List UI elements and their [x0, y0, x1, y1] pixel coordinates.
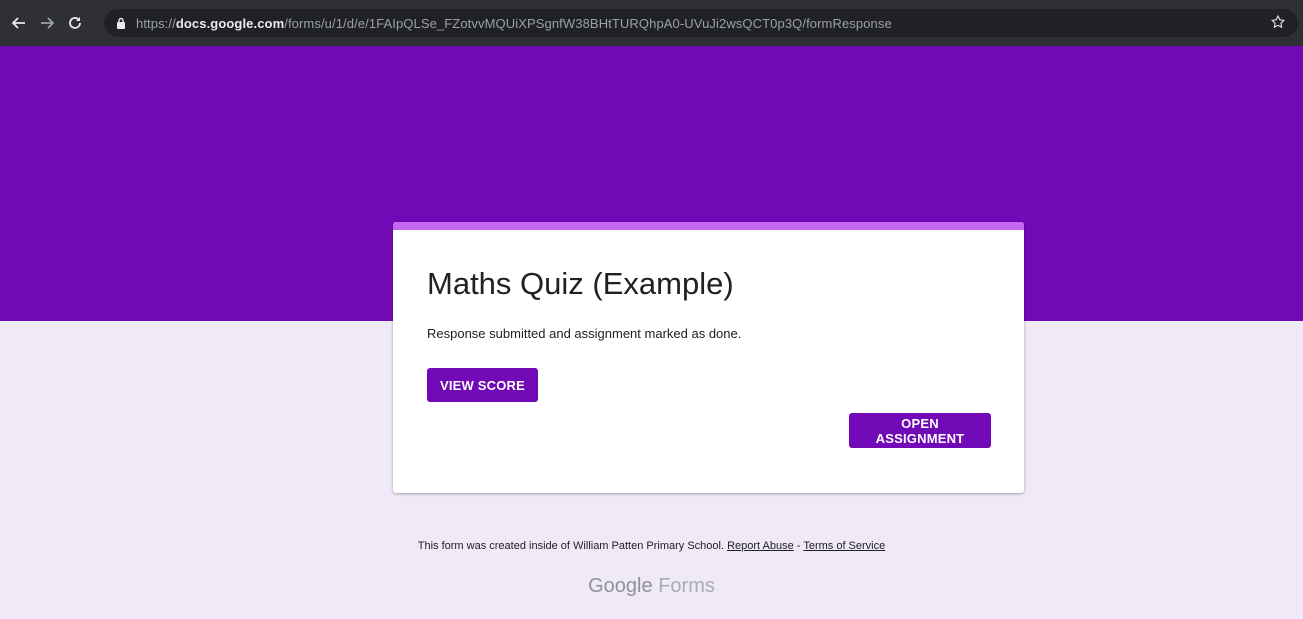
browser-toolbar: https://docs.google.com/forms/u/1/d/e/1F… [0, 0, 1303, 46]
google-forms-logo[interactable]: Google Forms [0, 575, 1303, 598]
open-assignment-button[interactable]: OPEN ASSIGNMENT [849, 413, 991, 448]
url-protocol: https:// [136, 15, 176, 31]
forward-arrow-icon [41, 17, 55, 29]
lock-icon [116, 16, 128, 30]
reload-icon [69, 17, 81, 29]
form-title: Maths Quiz (Example) [427, 266, 734, 301]
back-button[interactable] [8, 12, 30, 34]
url-path: /forms/u/1/d/e/1FAIpQLSe_FZotvvMQUiXPSgn… [284, 15, 892, 31]
footer-text: This form was created inside of William … [417, 540, 725, 552]
url-text: https://docs.google.com/forms/u/1/d/e/1F… [136, 16, 892, 31]
terms-of-service-link[interactable]: Terms of Service [803, 540, 885, 552]
card-accent-bar [393, 222, 1024, 230]
reload-button[interactable] [64, 12, 86, 34]
back-arrow-icon [11, 17, 25, 29]
form-response-card: Maths Quiz (Example) Response submitted … [393, 222, 1024, 493]
bookmark-star-icon[interactable] [1270, 14, 1288, 32]
report-abuse-link[interactable]: Report Abuse [727, 540, 794, 552]
view-score-button[interactable]: VIEW SCORE [427, 368, 538, 402]
footer-separator: - [793, 540, 804, 552]
footer-disclaimer: This form was created inside of William … [0, 540, 1303, 552]
forward-button[interactable] [36, 12, 58, 34]
address-bar[interactable]: https://docs.google.com/forms/u/1/d/e/1F… [104, 9, 1298, 37]
url-host: docs.google.com [175, 15, 285, 31]
confirmation-message: Response submitted and assignment marked… [427, 326, 742, 341]
logo-forms-text: Forms [658, 575, 715, 597]
logo-google-text: Google [588, 575, 653, 597]
